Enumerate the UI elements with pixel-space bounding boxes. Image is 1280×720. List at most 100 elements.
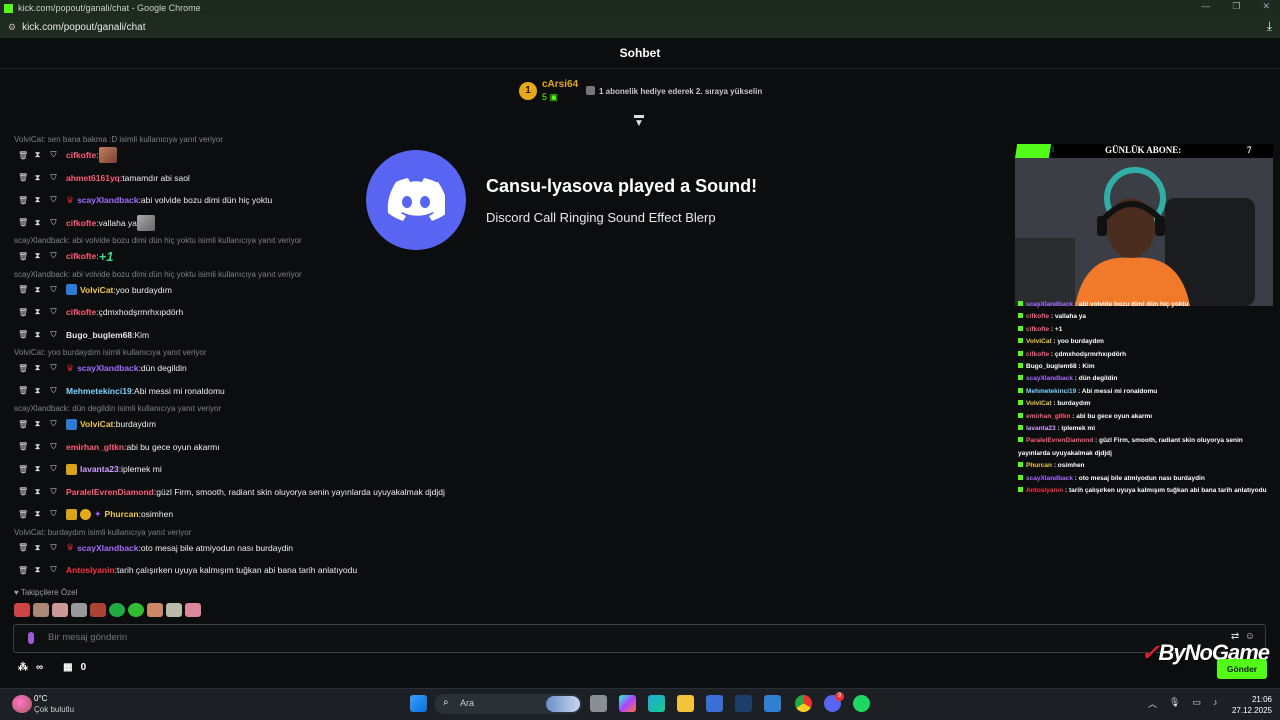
chat-username[interactable]: VolviCat xyxy=(80,285,113,295)
close-icon[interactable]: ✕ xyxy=(1262,1,1270,12)
hourglass-icon[interactable]: ⧗ xyxy=(34,173,41,183)
chat-input-box[interactable]: ⇄ ☺ xyxy=(13,624,1266,653)
shield-icon[interactable]: ⛉ xyxy=(50,285,57,295)
chat-username[interactable]: cifkofte xyxy=(66,307,96,317)
hourglass-icon[interactable]: ⧗ xyxy=(34,565,41,575)
shield-icon[interactable]: ⛉ xyxy=(50,419,57,429)
shield-icon[interactable]: ⛉ xyxy=(50,330,57,340)
hourglass-icon[interactable]: ⧗ xyxy=(34,307,41,317)
hourglass-icon[interactable]: ⧗ xyxy=(34,487,41,497)
chat-username[interactable]: cifkofte xyxy=(66,218,96,228)
hourglass-icon[interactable]: ⧗ xyxy=(34,419,41,429)
shield-icon[interactable]: ⛉ xyxy=(50,251,57,261)
shield-icon[interactable]: ⛉ xyxy=(50,464,57,474)
store-icon[interactable]: ▦ xyxy=(63,662,72,673)
trash-icon[interactable]: 🗑 xyxy=(18,196,28,205)
trash-icon[interactable]: 🗑 xyxy=(18,330,28,339)
shield-icon[interactable]: ⛉ xyxy=(50,195,57,205)
chat-username[interactable]: ahmet6161yq xyxy=(66,173,120,183)
chat-message-input[interactable] xyxy=(48,632,648,643)
hourglass-icon[interactable]: ⧗ xyxy=(34,330,41,340)
hourglass-icon[interactable]: ⧗ xyxy=(34,150,41,160)
hourglass-icon[interactable]: ⧗ xyxy=(34,285,41,295)
emote-10[interactable] xyxy=(185,603,201,617)
scroll-to-bottom-icon[interactable]: ▬ ▼ xyxy=(633,111,645,129)
top-gifter-name[interactable]: cArsi64 xyxy=(542,79,578,90)
shield-icon[interactable]: ⛉ xyxy=(50,487,57,497)
shield-icon[interactable]: ⛉ xyxy=(50,442,57,452)
chat-username[interactable]: scayXlandback xyxy=(77,363,138,373)
trash-icon[interactable]: 🗑 xyxy=(18,442,28,451)
volume-icon[interactable]: ♪ xyxy=(1213,697,1218,710)
hourglass-icon[interactable]: ⧗ xyxy=(34,386,41,396)
file-explorer-icon[interactable] xyxy=(677,695,694,712)
hourglass-icon[interactable]: ⧗ xyxy=(34,251,41,261)
tray-overflow-icon[interactable]: ︿ xyxy=(1148,697,1157,710)
trash-icon[interactable]: 🗑 xyxy=(18,510,28,519)
trash-icon[interactable]: 🗑 xyxy=(18,420,28,429)
shield-icon[interactable]: ⛉ xyxy=(50,509,57,519)
emote-1[interactable] xyxy=(14,603,30,617)
chrome-icon[interactable] xyxy=(795,695,812,712)
trash-icon[interactable]: 🗑 xyxy=(18,386,28,395)
trash-icon[interactable]: 🗑 xyxy=(18,252,28,261)
trash-icon[interactable]: 🗑 xyxy=(18,173,28,182)
shield-icon[interactable]: ⛉ xyxy=(50,173,57,183)
shield-icon[interactable]: ⛉ xyxy=(50,307,57,317)
emote-6[interactable] xyxy=(109,603,125,617)
shield-icon[interactable]: ⛉ xyxy=(50,565,57,575)
shield-icon[interactable]: ⛉ xyxy=(50,386,57,396)
chat-username[interactable]: scayXlandback xyxy=(77,543,138,553)
mic-icon[interactable] xyxy=(28,632,34,644)
mic-tray-icon[interactable]: 🎙 xyxy=(1169,697,1180,710)
chat-username[interactable]: lavanta23 xyxy=(80,464,119,474)
shield-icon[interactable]: ⛉ xyxy=(50,543,57,553)
maximize-icon[interactable]: ❐ xyxy=(1232,1,1240,12)
chat-username[interactable]: Phurcan xyxy=(105,509,139,519)
chat-username[interactable]: ParalelEvrenDiamond xyxy=(66,487,154,497)
trash-icon[interactable]: 🗑 xyxy=(18,543,28,552)
shield-icon[interactable]: ⛉ xyxy=(50,363,57,373)
trash-icon[interactable]: 🗑 xyxy=(18,566,28,575)
chat-username[interactable]: VolviCat xyxy=(80,419,113,429)
task-view-icon[interactable] xyxy=(590,695,607,712)
emote-9[interactable] xyxy=(166,603,182,617)
emote-8[interactable] xyxy=(147,603,163,617)
hourglass-icon[interactable]: ⧗ xyxy=(34,543,41,553)
trash-icon[interactable]: 🗑 xyxy=(18,364,28,373)
hourglass-icon[interactable]: ⧗ xyxy=(34,363,41,373)
chat-username[interactable]: Antoslyanin xyxy=(66,565,115,575)
shield-icon[interactable]: ⛉ xyxy=(50,218,57,228)
hourglass-icon[interactable]: ⧗ xyxy=(34,218,41,228)
site-info-icon[interactable]: ⚙ xyxy=(8,22,16,33)
hourglass-icon[interactable]: ⧗ xyxy=(34,464,41,474)
chat-username[interactable]: Mehmetekinci19 xyxy=(66,386,132,396)
emote-4[interactable] xyxy=(71,603,87,617)
address-bar[interactable]: ⚙ kick.com/popout/ganali/chat ⤓ xyxy=(0,16,1280,38)
edge-icon[interactable] xyxy=(648,695,665,712)
chat-username[interactable]: scayXlandback xyxy=(77,195,138,205)
trash-icon[interactable]: 🗑 xyxy=(18,285,28,294)
trash-icon[interactable]: 🗑 xyxy=(18,151,28,160)
send-button[interactable]: Gönder xyxy=(1217,659,1267,679)
emote-5[interactable] xyxy=(90,603,106,617)
chat-username[interactable]: cifkofte xyxy=(66,150,96,160)
download-icon[interactable]: ⤓ xyxy=(1267,19,1272,34)
trash-icon[interactable]: 🗑 xyxy=(18,308,28,317)
weather-icon[interactable] xyxy=(12,695,32,713)
minimize-icon[interactable]: — xyxy=(1201,1,1210,12)
start-icon[interactable] xyxy=(410,695,427,712)
chat-username[interactable]: cifkofte xyxy=(66,251,96,261)
hourglass-icon[interactable]: ⧗ xyxy=(34,509,41,519)
emote-2[interactable] xyxy=(33,603,49,617)
chat-username[interactable]: emirhan_gltkn xyxy=(66,442,124,452)
chat-username[interactable]: Bugo_buglem68 xyxy=(66,330,132,340)
shield-icon[interactable]: ⛉ xyxy=(50,150,57,160)
steam-icon[interactable] xyxy=(735,695,752,712)
hourglass-icon[interactable]: ⧗ xyxy=(34,195,41,205)
network-icon[interactable]: ▭ xyxy=(1192,697,1201,710)
emote-7[interactable] xyxy=(128,603,144,617)
mail-icon[interactable] xyxy=(764,695,781,712)
trash-icon[interactable]: 🗑 xyxy=(18,465,28,474)
clock[interactable]: 21:06 27.12.2025 xyxy=(1228,694,1272,716)
